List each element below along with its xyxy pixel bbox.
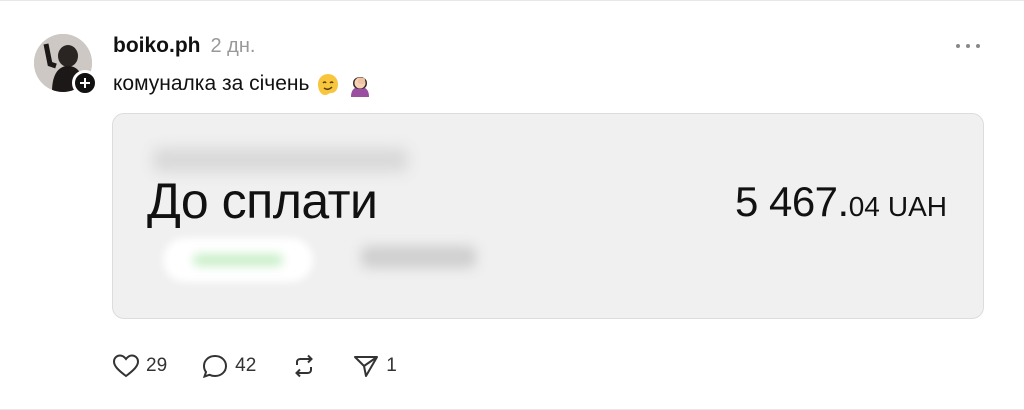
- avatar-container[interactable]: [34, 34, 98, 96]
- comment-bubble-icon: [203, 354, 228, 379]
- repost-icon: [295, 354, 314, 378]
- amount-due-label: До сплати: [147, 173, 378, 229]
- blurred-status-pill: [163, 238, 313, 282]
- amount-currency: UAH: [887, 191, 947, 222]
- melting-face-emoji: [315, 71, 341, 97]
- woman-facepalming-emoji: [347, 71, 373, 97]
- like-count: 29: [146, 355, 168, 376]
- follow-plus-icon[interactable]: [72, 70, 98, 96]
- repost-button[interactable]: [290, 353, 318, 379]
- caption-text: комуналка за січень: [113, 72, 310, 95]
- thread-post: boiko.ph 2 дн. комуналка за січень До сп…: [0, 0, 1024, 410]
- share-count: 1: [386, 355, 397, 376]
- post-header: boiko.ph 2 дн.: [113, 34, 255, 58]
- timestamp[interactable]: 2 дн.: [211, 35, 256, 58]
- share-button[interactable]: 1: [352, 353, 397, 379]
- payment-screenshot[interactable]: До сплати 5 467.04 UAH: [112, 113, 984, 319]
- post-actions: 29 42 1: [112, 353, 431, 379]
- post-caption: комуналка за січень: [113, 71, 373, 97]
- send-paper-plane-icon: [354, 356, 379, 377]
- amount-due-value: 5 467.04 UAH: [735, 178, 947, 226]
- blurred-secondary-text: [361, 246, 476, 268]
- comment-count: 42: [235, 355, 257, 376]
- blurred-heading: [153, 148, 408, 172]
- username[interactable]: boiko.ph: [113, 34, 201, 58]
- amount-decimals: 04: [848, 191, 880, 222]
- amount-integer: 5 467.: [734, 178, 849, 225]
- heart-icon: [112, 354, 140, 378]
- comment-button[interactable]: 42: [201, 353, 256, 379]
- like-button[interactable]: 29: [112, 353, 167, 379]
- more-dots-icon[interactable]: [956, 36, 980, 56]
